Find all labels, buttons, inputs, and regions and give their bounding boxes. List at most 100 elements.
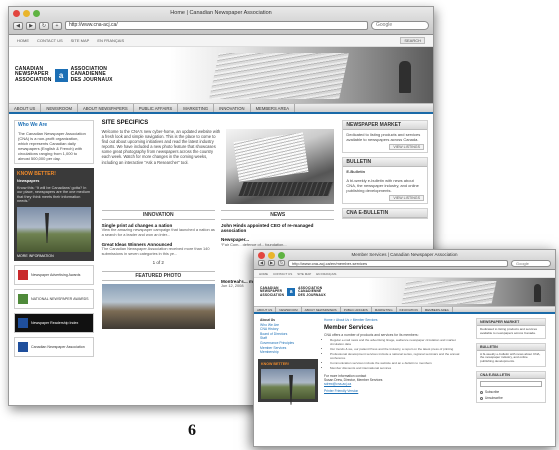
toplink-home[interactable]: HOME	[259, 272, 268, 276]
list-item: Member discounts and international servi…	[330, 366, 470, 371]
nav-public-affairs[interactable]: PUBLIC AFFAIRS	[134, 104, 179, 112]
cna-logo[interactable]: CANADIAN NEWSPAPER ASSOCIATION a ASSOCIATI…	[15, 65, 113, 84]
nav-newsroom[interactable]: NEWSROOM	[276, 307, 302, 312]
cna-ebulletin-panel: CNA E-BULLETIN	[342, 208, 428, 219]
nav-marketing[interactable]: MARKETING	[372, 307, 397, 312]
readership-logo[interactable]: Newspaper Readership Index	[14, 312, 94, 333]
nav-innovation[interactable]: INNOVATION	[214, 104, 251, 112]
newspaper-market-title: NEWSPAPER MARKET	[343, 121, 427, 130]
main-nav: ABOUT US NEWSROOM ABOUT NEWSPAPERS PUBLI…	[254, 306, 555, 314]
tornado-photo	[17, 206, 91, 252]
featured-photo-title: FEATURED PHOTO	[101, 271, 216, 282]
nav-about-newspapers[interactable]: ABOUT NEWSPAPERS	[78, 104, 134, 112]
toplink-french[interactable]: EN FRANÇAIS	[97, 38, 124, 43]
contact-email-link[interactable]: sdrew@cna-acj.ca	[324, 382, 470, 386]
forward-icon[interactable]: ▶	[268, 260, 275, 266]
back-icon[interactable]: ◀	[13, 21, 23, 30]
toolbar: ◀ ▶ ↻ + http://www.cna-acj.ca/ Google	[13, 20, 429, 31]
logo-text-fr: ASSOCIATION CANADIENNE DES JOURNAUX	[70, 65, 113, 83]
search-input[interactable]: Google	[371, 21, 429, 30]
who-we-are-text: The Canadian Newspaper Association (CNA)…	[18, 131, 86, 161]
know-better-panel: KNOW BETTER! Newspapers Know this: “It w…	[14, 168, 94, 261]
view-listings-button[interactable]: VIEW LISTINGS	[389, 144, 424, 150]
content-area: About Us Who We Are CNA History Board of…	[254, 314, 555, 411]
site-specifics-text: Welcome to the CNA's new cyber-home, an …	[101, 129, 221, 165]
know-better-title: KNOW BETTER!	[17, 171, 56, 177]
cna-ebulletin-panel: CNA E-BULLETIN Subscribe Unsubscribe	[476, 370, 546, 403]
list-item[interactable]: John Hinds appointed CEO of re-managed a…	[221, 223, 334, 233]
bulletin-title: BULLETIN	[343, 158, 427, 167]
know-better-subtitle: Newspapers	[17, 179, 40, 183]
know-better-text: Know this: “It will be Canadians' gotta?…	[17, 185, 91, 204]
list-item[interactable]: Single print ad changes a nation View th…	[102, 223, 215, 238]
more-information-link[interactable]: MORE INFORMATION	[17, 254, 91, 258]
cna-logo[interactable]: CANADIAN NEWSPAPER ASSOCIATION a ASSOCIATI…	[260, 286, 326, 298]
bulletin-text: A bi-weekly e-bulletin with news about C…	[346, 178, 419, 193]
bulletin-view-button[interactable]: VIEW LISTINGS	[389, 195, 424, 201]
ad-awards-logo[interactable]: Newspaper Advertising Awards	[14, 264, 94, 285]
right-column: NEWSPAPER MARKET Dedicated to listing pr…	[476, 318, 546, 407]
nav-about-us[interactable]: ABOUT US	[254, 307, 277, 312]
nav-marketing[interactable]: MARKETING	[178, 104, 215, 112]
list-item: Professional development services includ…	[330, 352, 470, 361]
reader-silhouette-image	[399, 61, 411, 93]
back-icon[interactable]: ◀	[258, 260, 265, 266]
address-bar[interactable]: http://www.cna-acj.ca/	[65, 21, 368, 30]
title-bar: Home | Canadian Newspaper Association ◀ …	[9, 7, 433, 35]
list-item[interactable]: Great Ideas Winners Announced The Canadi…	[102, 242, 215, 257]
newspaper-market-text: Dedicated to listing products and servic…	[346, 132, 421, 142]
unsubscribe-radio[interactable]: Unsubscribe	[477, 395, 545, 401]
nav-about-us[interactable]: ABOUT US	[9, 104, 42, 112]
know-better-title: KNOW BETTER!	[261, 361, 289, 366]
logo-text-en: CANADIAN NEWSPAPER ASSOCIATION	[15, 65, 52, 83]
toplink-contact[interactable]: CONTACT US	[273, 272, 292, 276]
search-input[interactable]: Google	[511, 259, 551, 267]
address-bar[interactable]: http://www.cna-acj.ca/en/member-services	[288, 259, 508, 267]
toplink-contact[interactable]: CONTACT US	[37, 38, 63, 43]
nav-innovation[interactable]: INNOVATION	[397, 307, 422, 312]
toplink-sitemap[interactable]: SITE MAP	[71, 38, 90, 43]
side-nav-item[interactable]: Membership	[258, 350, 318, 355]
print-link[interactable]: Printer Friendly Version	[324, 389, 470, 393]
left-column: About Us Who We Are CNA History Board of…	[258, 318, 318, 407]
toplink-sitemap[interactable]: SITE MAP	[297, 272, 311, 276]
ebulletin-subtitle: E-Bulletin	[346, 169, 366, 174]
who-we-are-panel: Who We Are The Canadian Newspaper Associ…	[14, 120, 94, 164]
innovation-column: INNOVATION Single print ad changes a nat…	[101, 210, 216, 269]
newspaper-stack-image	[401, 281, 497, 304]
window-title: Member Services | Canadian Newspaper Ass…	[351, 252, 458, 257]
nav-public-affairs[interactable]: PUBLIC AFFAIRS	[341, 307, 372, 312]
site-specifics-title: SITE SPECIFICS	[101, 120, 149, 126]
add-bookmark-icon[interactable]: +	[52, 21, 62, 30]
reload-icon[interactable]: ↻	[39, 21, 49, 30]
who-we-are-title[interactable]: Who We Are	[15, 121, 93, 129]
pager[interactable]: 1 of 2	[102, 260, 215, 265]
toplink-french[interactable]: EN FRANÇAIS	[316, 272, 336, 276]
site-specifics-section: Welcome to the CNA's new cyber-home, an …	[102, 129, 335, 204]
site-search-button[interactable]: SEARCH	[400, 37, 425, 44]
reload-icon[interactable]: ↻	[278, 260, 285, 266]
list-item[interactable]: Newspaper... “Fair Com... defence of... …	[221, 237, 334, 247]
nav-members-area[interactable]: MEMBERS AREA	[251, 104, 296, 112]
side-nav: About Us Who We Are CNA History Board of…	[258, 318, 318, 355]
toplink-home[interactable]: HOME	[17, 38, 29, 43]
top-links: HOME CONTACT US SITE MAP EN FRANÇAIS	[254, 270, 555, 278]
newspaper-market-panel: NEWSPAPER MARKET Dedicated to listing pr…	[476, 318, 546, 339]
main-nav: ABOUT US NEWSROOM ABOUT NEWSPAPERS PUBLI…	[9, 103, 433, 114]
header-banner: CANADIAN NEWSPAPER ASSOCIATION a ASSOCIATI…	[9, 47, 433, 103]
breadcrumb[interactable]: Home > About Us > Member Services	[324, 318, 470, 322]
national-newspaper-awards-logo[interactable]: NATIONAL NEWSPAPER AWARDS	[14, 288, 94, 309]
forward-icon[interactable]: ▶	[26, 21, 36, 30]
contact-block: For more information contact Susan Drew,…	[324, 374, 470, 394]
header-banner: CANADIAN NEWSPAPER ASSOCIATION a ASSOCIATI…	[254, 278, 555, 306]
newspaper-keyboard-image	[225, 129, 335, 204]
email-field[interactable]	[480, 380, 542, 387]
featured-photo[interactable]	[101, 284, 216, 330]
cna-ebulletin-title: CNA E-BULLETIN	[343, 209, 427, 218]
nav-members-area[interactable]: MEMBERS AREA	[422, 307, 453, 312]
top-links: HOME CONTACT US SITE MAP EN FRANÇAIS SEA…	[9, 35, 433, 47]
reader-silhouette-image	[534, 284, 541, 302]
nav-about-newspapers[interactable]: ABOUT NEWSPAPERS	[302, 307, 341, 312]
cna-small-logo[interactable]: Canadian Newspaper Association	[14, 336, 94, 357]
nav-newsroom[interactable]: NEWSROOM	[41, 104, 78, 112]
